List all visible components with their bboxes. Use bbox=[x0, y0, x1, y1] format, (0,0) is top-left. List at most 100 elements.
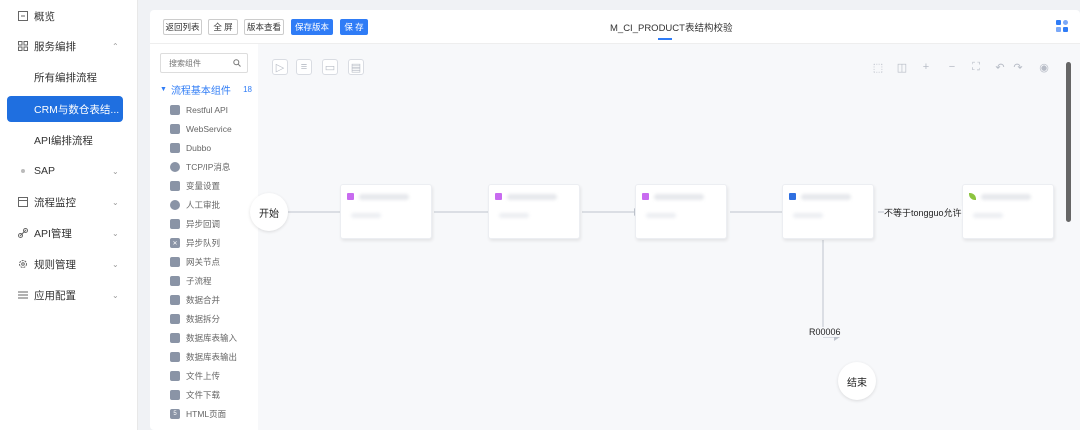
save-version-button[interactable]: 保存版本 bbox=[291, 19, 333, 35]
component-item[interactable]: 5 HTML页面 bbox=[170, 406, 226, 422]
nav-label: API编排流程 bbox=[34, 134, 93, 147]
html5-icon: 5 bbox=[170, 409, 180, 419]
toolbar: 返回列表 全 屏 版本查看 保存版本 保 存 M_CI_PRODUCT表结构校验 bbox=[150, 10, 1080, 44]
download-icon bbox=[170, 390, 180, 400]
component-item[interactable]: 网关节点 bbox=[170, 254, 220, 270]
flow-canvas[interactable]: ▷ ≡ ▭ ▤ ⬚ ◫ + − ⛶ ↶ ↷ ◉ 开始 不等于tongguo允许 … bbox=[250, 44, 1080, 430]
nav-item-flow-monitor[interactable]: 流程监控 ⌄ bbox=[0, 189, 138, 215]
nav-label: 规则管理 bbox=[34, 258, 76, 271]
nav-item-service-orchestration[interactable]: 服务编排 ⌃ bbox=[0, 33, 138, 59]
component-item[interactable]: WebService bbox=[170, 121, 232, 137]
chevron-down-icon: ⌄ bbox=[112, 290, 119, 300]
group-count: 18 bbox=[243, 84, 252, 94]
nav-item-rule-management[interactable]: 规则管理 ⌄ bbox=[0, 251, 138, 277]
table-output-icon bbox=[170, 352, 180, 362]
queue-icon: ✕ bbox=[170, 238, 180, 248]
nav-label: 服务编排 bbox=[34, 40, 76, 53]
nav-item-api-management[interactable]: API管理 ⌄ bbox=[0, 220, 138, 246]
edge-label-condition[interactable]: 不等于tongguo允许 bbox=[884, 206, 962, 219]
nav-label: CRM与数仓表结... bbox=[34, 103, 120, 116]
user-icon bbox=[170, 200, 180, 210]
chevron-down-icon: ⌄ bbox=[112, 197, 119, 207]
overview-icon bbox=[18, 11, 28, 21]
component-item[interactable]: Restful API bbox=[170, 102, 228, 118]
flow-node-2[interactable] bbox=[488, 184, 580, 239]
callback-icon bbox=[170, 219, 180, 229]
component-item[interactable]: 数据库表输出 bbox=[170, 349, 237, 365]
component-panel: ▼ 流程基本组件 18 Restful API WebService Dubbo… bbox=[150, 44, 258, 430]
chevron-down-icon: ⌄ bbox=[112, 259, 119, 269]
component-item[interactable]: Dubbo bbox=[170, 140, 211, 156]
vertical-scrollbar[interactable] bbox=[1066, 62, 1071, 222]
variable-icon bbox=[170, 181, 180, 191]
flow-node-4[interactable] bbox=[782, 184, 874, 239]
group-label: 流程基本组件 bbox=[170, 85, 231, 97]
gateway-icon bbox=[170, 257, 180, 267]
leaf-icon bbox=[969, 193, 976, 200]
caret-down-icon: ▼ bbox=[160, 85, 167, 93]
merge-icon bbox=[170, 295, 180, 305]
left-nav: 概览 服务编排 ⌃ 所有编排流程 CRM与数仓表结... API编排流程 SAP… bbox=[0, 0, 138, 430]
component-item[interactable]: 数据库表输入 bbox=[170, 330, 237, 346]
apps-icon[interactable] bbox=[1056, 20, 1068, 32]
database-icon bbox=[170, 105, 180, 115]
component-item[interactable]: 数据合并 bbox=[170, 292, 220, 308]
end-node[interactable]: 结束 bbox=[838, 362, 876, 400]
node-type-icon bbox=[347, 193, 354, 200]
nav-label: 所有编排流程 bbox=[34, 71, 97, 84]
start-node[interactable]: 开始 bbox=[250, 193, 288, 231]
nav-label: API管理 bbox=[34, 227, 72, 240]
table-input-icon bbox=[170, 333, 180, 343]
component-item[interactable]: 文件上传 bbox=[170, 368, 220, 384]
save-button[interactable]: 保 存 bbox=[340, 19, 368, 35]
component-group-basic[interactable]: ▼ 流程基本组件 18 bbox=[160, 82, 252, 97]
node-type-icon bbox=[642, 193, 649, 200]
upload-icon bbox=[170, 371, 180, 381]
chevron-down-icon: ⌄ bbox=[112, 166, 119, 176]
webservice-icon bbox=[170, 124, 180, 134]
chevron-down-icon: ⌄ bbox=[112, 228, 119, 238]
search-icon[interactable] bbox=[233, 59, 241, 67]
nav-item-all-flows[interactable]: 所有编排流程 bbox=[0, 64, 138, 90]
monitor-icon bbox=[18, 197, 28, 207]
nav-item-api-flows[interactable]: API编排流程 bbox=[0, 127, 138, 153]
message-icon bbox=[170, 162, 180, 172]
grid-icon bbox=[18, 41, 28, 51]
nav-item-crm-flow[interactable]: CRM与数仓表结... bbox=[7, 96, 123, 122]
fullscreen-button[interactable]: 全 屏 bbox=[208, 19, 238, 35]
component-item[interactable]: TCP/IP消息 bbox=[170, 159, 230, 175]
flow-node-1[interactable] bbox=[340, 184, 432, 239]
node-type-icon bbox=[789, 193, 796, 200]
nav-label: SAP bbox=[34, 165, 56, 177]
nav-label: 流程监控 bbox=[34, 196, 76, 209]
component-item[interactable]: 数据拆分 bbox=[170, 311, 220, 327]
split-icon bbox=[170, 314, 180, 324]
bullet-icon bbox=[21, 169, 25, 173]
main-panel: 返回列表 全 屏 版本查看 保存版本 保 存 M_CI_PRODUCT表结构校验… bbox=[150, 10, 1080, 430]
component-item[interactable]: ✕ 异步队列 bbox=[170, 235, 220, 251]
component-item[interactable]: 文件下载 bbox=[170, 387, 220, 403]
edge-label-code[interactable]: R00006 bbox=[809, 327, 841, 337]
link-icon bbox=[18, 228, 28, 238]
dubbo-icon bbox=[170, 143, 180, 153]
nav-label: 概览 bbox=[34, 10, 55, 23]
component-item[interactable]: 异步回调 bbox=[170, 216, 220, 232]
subflow-icon bbox=[170, 276, 180, 286]
nav-item-sap[interactable]: SAP ⌄ bbox=[0, 158, 138, 184]
chevron-up-icon: ⌃ bbox=[112, 41, 119, 51]
flow-node-5[interactable] bbox=[962, 184, 1054, 239]
component-item[interactable]: 变量设置 bbox=[170, 178, 220, 194]
flow-node-3[interactable] bbox=[635, 184, 727, 239]
back-to-list-button[interactable]: 返回列表 bbox=[163, 19, 202, 35]
node-type-icon bbox=[495, 193, 502, 200]
nav-label: 应用配置 bbox=[34, 289, 76, 302]
component-item[interactable]: 人工审批 bbox=[170, 197, 220, 213]
nav-item-overview[interactable]: 概览 bbox=[0, 3, 138, 29]
version-view-button[interactable]: 版本查看 bbox=[244, 19, 284, 35]
component-item[interactable]: 子流程 bbox=[170, 273, 212, 289]
nav-item-app-config[interactable]: 应用配置 ⌄ bbox=[0, 282, 138, 308]
flow-title: M_CI_PRODUCT表结构校验 bbox=[610, 23, 733, 34]
gear-icon bbox=[18, 259, 28, 269]
list-icon bbox=[18, 290, 28, 300]
title-tab-indicator bbox=[658, 38, 672, 40]
